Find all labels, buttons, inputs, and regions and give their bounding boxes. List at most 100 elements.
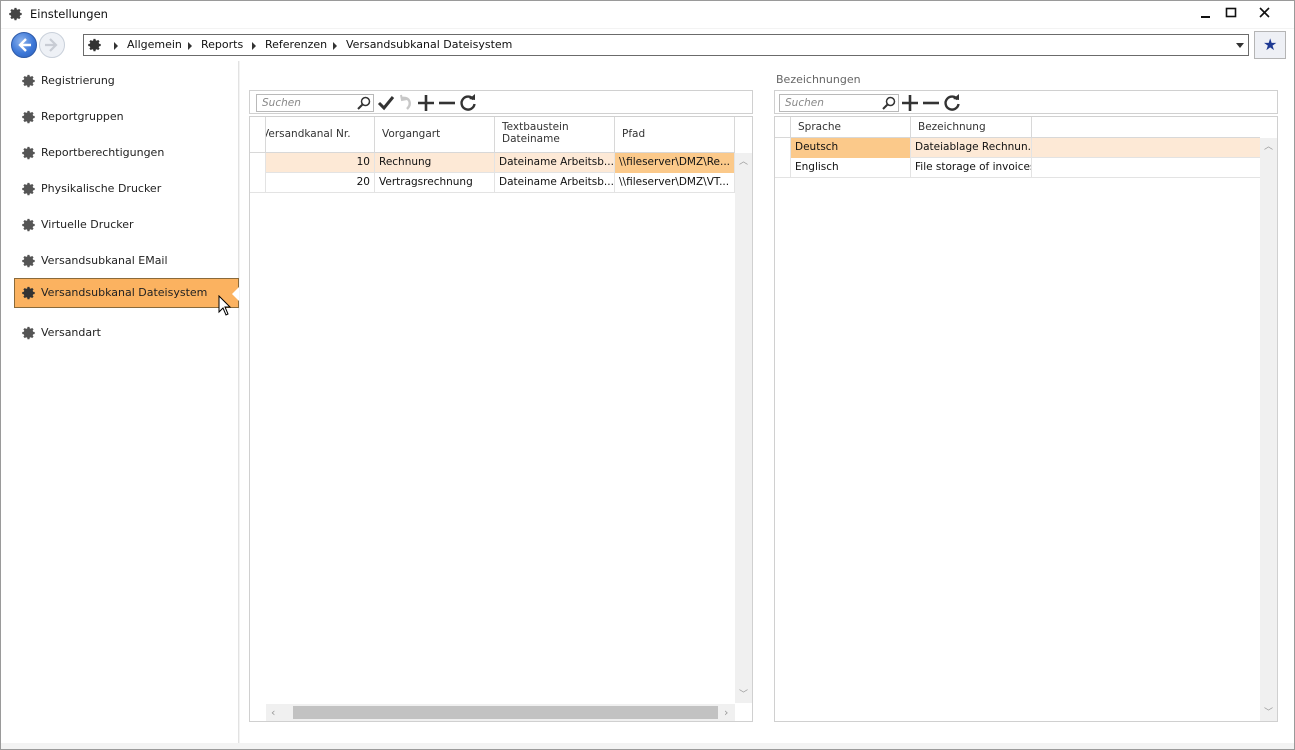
table-row[interactable]: Englisch File storage of invoices [775, 158, 1260, 178]
close-button[interactable] [1254, 4, 1276, 24]
column-header-vorgangart[interactable]: Vorgangart [375, 117, 495, 152]
left-horizontal-scrollbar[interactable]: ‹ › [266, 704, 735, 721]
breadcrumb-item-reports[interactable]: Reports [201, 38, 243, 51]
scrollbar-thumb[interactable] [293, 706, 718, 719]
row-indicator-header [250, 117, 266, 152]
column-header-versandkanal-nr[interactable]: Versandkanal Nr. [266, 117, 375, 152]
refresh-icon[interactable] [459, 94, 477, 112]
sidebar-item-reportgruppen[interactable]: Reportgruppen [14, 102, 239, 132]
sidebar-item-physikalische-drucker[interactable]: Physikalische Drucker [14, 174, 239, 204]
column-header-sprache[interactable]: Sprache [791, 117, 911, 137]
left-vertical-scrollbar[interactable]: ︿ ﹀ [735, 153, 752, 703]
column-header-textbaustein[interactable]: Textbaustein Dateiname [495, 117, 615, 152]
minimize-button[interactable] [1195, 4, 1217, 24]
breadcrumb-separator-icon [333, 42, 337, 50]
arrow-right-icon [45, 38, 58, 52]
right-vertical-scrollbar[interactable]: ︿ ﹀ [1260, 138, 1277, 721]
sidebar-item-registrierung[interactable]: Registrierung [14, 66, 239, 96]
chevron-left-icon[interactable]: ‹ [271, 706, 275, 719]
sidebar-item-label: Versandsubkanal Dateisystem [41, 286, 208, 299]
add-icon[interactable] [417, 94, 435, 112]
settings-window: Einstellungen Allgemein Reports Referenz… [0, 0, 1295, 750]
forward-button[interactable] [39, 32, 65, 58]
row-selector[interactable] [250, 173, 266, 193]
add-icon[interactable] [901, 94, 919, 112]
back-button[interactable] [11, 32, 37, 58]
left-search-input[interactable]: Suchen [256, 94, 374, 112]
left-data-grid: Versandkanal Nr. Vorgangart Textbaustein… [249, 116, 753, 722]
gear-icon [22, 326, 36, 343]
cell-versandkanal-nr[interactable]: 10 [266, 153, 375, 173]
search-placeholder: Suchen [262, 97, 301, 109]
breadcrumb-separator-icon [252, 42, 256, 50]
right-search-input[interactable]: Suchen [779, 94, 899, 112]
sidebar-item-versandsubkanal-dateisystem[interactable]: Versandsubkanal Dateisystem [14, 278, 239, 308]
cell-versandkanal-nr[interactable]: 20 [266, 173, 375, 193]
cell-bezeichnung[interactable]: Dateiablage Rechnun... [911, 138, 1032, 158]
gear-icon[interactable] [88, 38, 102, 55]
cell-textbaustein[interactable]: Dateiname Arbeitsb... [495, 173, 615, 193]
cell-sprache[interactable]: Deutsch [791, 138, 911, 158]
sidebar-item-label: Virtuelle Drucker [41, 218, 134, 231]
settings-sidebar: Registrierung Reportgruppen Reportberech… [1, 61, 239, 743]
table-row[interactable]: 20 Vertragsrechnung Dateiname Arbeitsb..… [250, 173, 735, 193]
table-row[interactable]: 10 Rechnung Dateiname Arbeitsb... \\file… [250, 153, 735, 173]
remove-icon[interactable] [922, 94, 940, 112]
sidebar-item-label: Physikalische Drucker [41, 182, 162, 195]
breadcrumb-separator-icon [114, 42, 118, 50]
column-header-line: Textbaustein [502, 121, 569, 133]
row-selector[interactable] [250, 153, 266, 173]
breadcrumb[interactable]: Allgemein Reports Referenzen Versandsubk… [83, 34, 1249, 56]
navigation-bar: Allgemein Reports Referenzen Versandsubk… [1, 29, 1294, 61]
gear-icon [22, 218, 36, 235]
undo-icon[interactable] [398, 94, 416, 112]
favorite-button[interactable]: ★ [1254, 31, 1286, 59]
check-icon[interactable] [377, 94, 395, 112]
breadcrumb-item-allgemein[interactable]: Allgemein [127, 38, 182, 51]
row-selector[interactable] [775, 158, 791, 178]
breadcrumb-item-referenzen[interactable]: Referenzen [265, 38, 327, 51]
table-row[interactable]: Deutsch Dateiablage Rechnun... [775, 138, 1260, 158]
column-header-bezeichnung[interactable]: Bezeichnung [911, 117, 1032, 137]
star-icon: ★ [1263, 35, 1278, 54]
chevron-up-icon[interactable]: ︿ [739, 154, 748, 167]
cell-sprache[interactable]: Englisch [791, 158, 911, 178]
chevron-down-icon[interactable]: ﹀ [1264, 705, 1273, 718]
chevron-down-icon[interactable] [1236, 43, 1244, 48]
cell-bezeichnung[interactable]: File storage of invoices [911, 158, 1032, 178]
sidebar-item-label: Reportberechtigungen [41, 146, 165, 159]
cell-pfad[interactable]: \\fileserver\DMZ\Re... [615, 153, 735, 173]
right-grid-header: Sprache Bezeichnung [775, 117, 1260, 138]
cell-vorgangart[interactable]: Rechnung [375, 153, 495, 173]
left-grid-toolbar: Suchen [249, 90, 753, 114]
cell-textbaustein[interactable]: Dateiname Arbeitsb... [495, 153, 615, 173]
left-grid-header: Versandkanal Nr. Vorgangart Textbaustein… [250, 117, 735, 153]
title-bar: Einstellungen [1, 1, 1294, 28]
row-selector[interactable] [775, 138, 791, 158]
sidebar-item-versandsubkanal-email[interactable]: Versandsubkanal EMail [14, 246, 239, 276]
search-icon[interactable] [882, 96, 896, 113]
sidebar-item-label: Reportgruppen [41, 110, 124, 123]
chevron-down-icon[interactable]: ﹀ [739, 687, 748, 700]
cell-vorgangart[interactable]: Vertragsrechnung [375, 173, 495, 193]
chevron-right-icon[interactable]: › [724, 706, 728, 719]
cursor-icon [218, 295, 232, 316]
chevron-up-icon[interactable]: ︿ [1264, 139, 1273, 152]
row-indicator-header [775, 117, 791, 137]
sidebar-item-reportberechtigungen[interactable]: Reportberechtigungen [14, 138, 239, 168]
gear-icon [22, 286, 36, 303]
refresh-icon[interactable] [943, 94, 961, 112]
breadcrumb-item-current[interactable]: Versandsubkanal Dateisystem [346, 38, 512, 51]
maximize-button[interactable] [1220, 4, 1242, 24]
search-icon[interactable] [357, 96, 371, 113]
remove-icon[interactable] [438, 94, 456, 112]
sidebar-item-virtuelle-drucker[interactable]: Virtuelle Drucker [14, 210, 239, 240]
main-content: Suchen Versandkanal Nr. Vorgangart Textb… [240, 61, 1294, 743]
column-header-line: Dateiname [502, 133, 560, 145]
search-placeholder: Suchen [785, 97, 824, 109]
section-title-bezeichnungen: Bezeichnungen [776, 73, 861, 86]
cell-pfad[interactable]: \\fileserver\DMZ\VT... [615, 173, 735, 193]
sidebar-item-versandart[interactable]: Versandart [14, 318, 239, 348]
column-header-pfad[interactable]: Pfad [615, 117, 735, 152]
gear-icon [22, 146, 36, 163]
